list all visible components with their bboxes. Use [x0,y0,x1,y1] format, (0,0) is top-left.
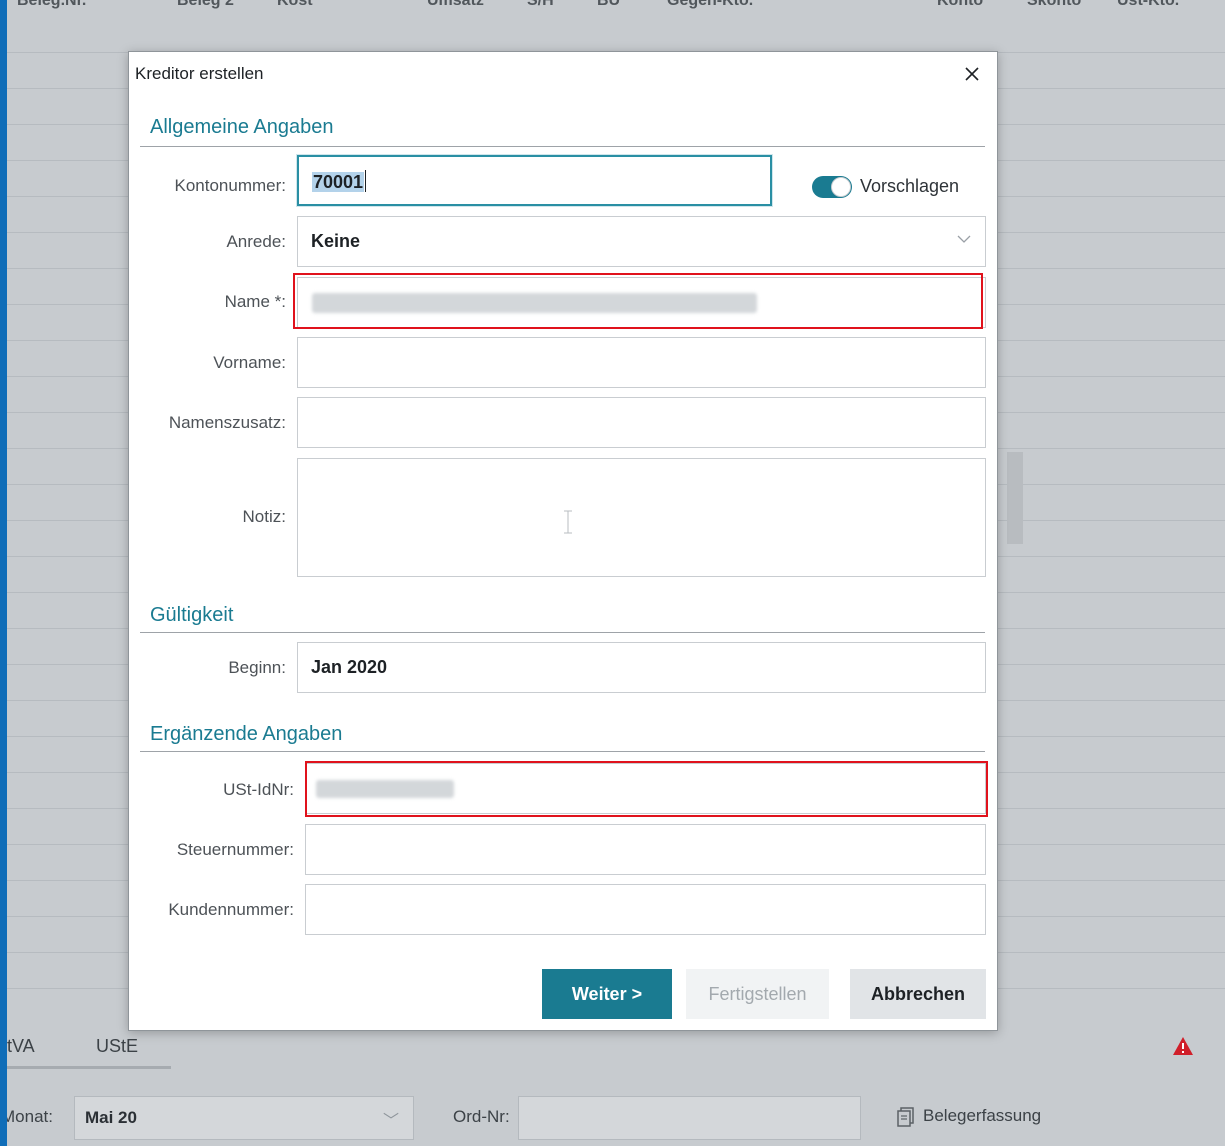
ustidnr-highlight-frame [305,761,988,817]
section-validity-title: Gültigkeit [150,604,234,626]
beginn-input[interactable]: Jan 2020 [297,642,986,693]
text-caret [365,170,367,192]
tab-ustva[interactable]: tVA [7,1036,35,1057]
header-col: Beleg 2 [177,0,234,9]
kontonummer-input[interactable]: 70001 [297,155,772,206]
section-general-title: Allgemeine Angaben [150,116,334,138]
chevron-down-icon: ﹀ [382,1113,399,1130]
anrede-value: Keine [311,231,361,251]
toggle-knob [831,177,851,197]
cancel-button[interactable]: Abbrechen [850,969,986,1019]
notiz-label: Notiz: [242,507,286,526]
beginn-label: Beginn: [228,658,286,677]
name-label: Name *: [224,292,286,311]
next-button[interactable]: Weiter > [542,969,672,1019]
background-filter-bar: Monat: Mai 20 ﹀ Ord-Nr: Belegerfassung [7,1088,1225,1146]
kontonummer-label: Kontonummer: [174,176,287,195]
name-highlight-frame [293,273,983,329]
section-additional-title: Ergänzende Angaben [150,723,343,745]
monat-value: Mai 20 [85,1108,137,1127]
kontonummer-value: 70001 [312,172,365,192]
vorschlagen-toggle[interactable] [812,176,852,198]
header-col: Beleg.Nr. [17,0,87,9]
close-icon[interactable] [962,64,982,84]
header-col: BU [597,0,621,9]
text-cursor-icon [564,510,572,534]
namenszusatz-input[interactable] [297,397,986,448]
anrede-label: Anrede: [226,232,286,251]
background-table-header: Beleg.Nr. Beleg 2 Kost Umsatz S/H BU Geg… [7,0,1225,16]
chevron-down-icon [957,235,971,243]
section-divider [140,632,985,633]
ordnr-label: Ord-Nr: [453,1107,510,1126]
section-divider [140,146,985,147]
kundennummer-input[interactable] [305,884,986,935]
header-col: S/H [527,0,554,9]
monat-label: Monat: [7,1107,53,1126]
warning-icon[interactable] [1172,1036,1194,1056]
vorname-input[interactable] [297,337,986,388]
kundennummer-label: Kundennummer: [168,900,294,919]
header-col: Skonto [1027,0,1082,9]
document-icon [897,1106,914,1127]
header-col: Konto [937,0,984,9]
belegerfassung-link[interactable]: Belegerfassung [897,1106,1041,1127]
header-col: Gegen-Kto. [667,0,754,9]
ustidnr-label: USt-IdNr: [223,780,294,799]
monat-select[interactable]: Mai 20 ﹀ [74,1096,414,1140]
anrede-select[interactable]: Keine [297,216,986,267]
header-col: Ust-Kto. [1117,0,1180,9]
vorname-label: Vorname: [213,353,286,372]
header-col: Umsatz [427,0,484,9]
tab-underline [7,1066,171,1069]
vorschlagen-label: Vorschlagen [860,176,960,196]
create-creditor-dialog: Kreditor erstellen Allgemeine Angaben Ko… [128,51,998,1031]
namenszusatz-label: Namenszusatz: [168,413,286,432]
finish-button[interactable]: Fertigstellen [686,969,829,1019]
section-divider [140,751,985,752]
dialog-title: Kreditor erstellen [135,64,264,83]
belegerfassung-label: Belegerfassung [923,1106,1042,1125]
notiz-textarea[interactable] [297,458,986,577]
ordnr-input[interactable] [518,1096,861,1140]
background-tabs: tVA UStE [7,1028,1225,1074]
steuernummer-label: Steuernummer: [176,840,294,859]
header-col: Kost [277,0,313,9]
background-scroll-block [1007,452,1023,544]
steuernummer-input[interactable] [305,824,986,875]
beginn-value: Jan 2020 [311,657,388,677]
tab-uste[interactable]: UStE [96,1036,138,1057]
